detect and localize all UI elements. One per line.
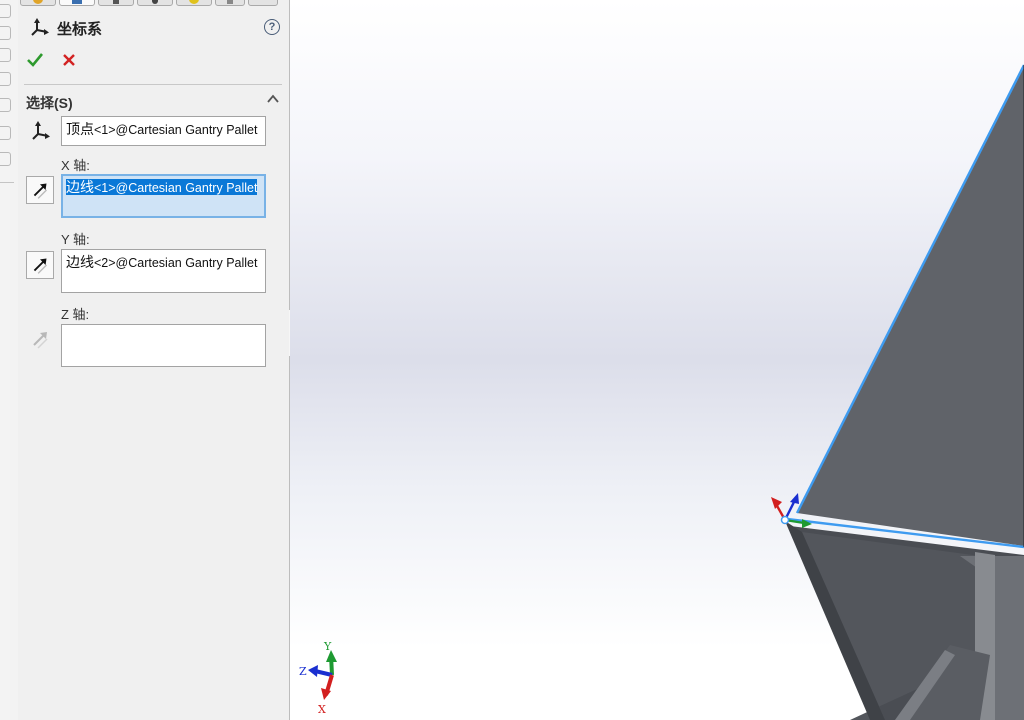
triad-z-axis xyxy=(314,669,333,677)
strip-divider xyxy=(0,182,14,183)
x-axis-label: X 轴: xyxy=(61,158,90,173)
dimxpert-icon xyxy=(152,0,158,4)
triad-y-label: Y xyxy=(323,640,332,653)
tab-configuration-manager[interactable] xyxy=(98,0,134,6)
reverse-x-axis-icon[interactable] xyxy=(26,176,54,204)
triad-z-label: Z xyxy=(299,665,307,678)
y-axis-value-cn: 边线 xyxy=(66,254,94,270)
configuration-icon xyxy=(113,0,119,4)
property-manager-panel: 坐标系 ? 选择(S) 顶点<1>@Cartesian Gantry Palle… xyxy=(18,0,290,720)
left-tool-strip xyxy=(0,0,18,720)
strip-tool-icon[interactable] xyxy=(0,152,11,166)
panel-header: 坐标系 ? xyxy=(28,16,280,40)
reverse-y-axis-icon[interactable] xyxy=(26,251,54,279)
triad-z-arrowhead xyxy=(308,665,318,677)
tab-extra[interactable] xyxy=(215,0,245,6)
model-view[interactable]: Y Z X xyxy=(290,0,1024,720)
origin-vertex-marker xyxy=(780,515,790,525)
header-divider xyxy=(24,84,282,85)
tab-extra[interactable] xyxy=(248,0,278,6)
tab-property-manager[interactable] xyxy=(59,0,95,6)
coordinate-system-icon xyxy=(31,18,49,36)
x-axis-selection-box[interactable]: 边线<1>@Cartesian Gantry Pallet xyxy=(61,174,266,218)
origin-icon xyxy=(32,121,50,140)
x-axis-value-ref: <1>@Cartesian Gantry Pallet xyxy=(94,181,258,195)
strip-tool-icon[interactable] xyxy=(0,126,11,140)
selection-section-header[interactable]: 选择(S) xyxy=(26,92,282,111)
strip-tool-icon[interactable] xyxy=(0,98,11,112)
y-axis-selection-box[interactable]: 边线<2>@Cartesian Gantry Pallet xyxy=(61,249,266,293)
chevron-up-icon[interactable] xyxy=(266,92,280,106)
cancel-button[interactable] xyxy=(60,51,78,69)
tab-display-manager[interactable] xyxy=(176,0,212,6)
strip-tool-icon[interactable] xyxy=(0,4,11,18)
extra-tab-icon xyxy=(227,0,233,4)
strip-tool-icon[interactable] xyxy=(0,48,11,62)
help-icon[interactable]: ? xyxy=(264,19,280,35)
y-axis-label: Y 轴: xyxy=(61,232,90,247)
ok-button[interactable] xyxy=(26,51,44,69)
z-axis-label: Z 轴: xyxy=(61,307,90,322)
panel-title: 坐标系 xyxy=(57,21,103,38)
triad-x-label: X xyxy=(318,703,326,716)
tab-dimxpert-manager[interactable] xyxy=(137,0,173,6)
y-axis-value-ref: <2>@Cartesian Gantry Pallet xyxy=(94,256,258,270)
strip-tool-icon[interactable] xyxy=(0,72,11,86)
property-manager-icon xyxy=(72,0,82,4)
display-manager-icon xyxy=(189,0,199,4)
origin-selection-box[interactable]: 顶点<1>@Cartesian Gantry Pallet xyxy=(61,116,266,146)
manager-tabs xyxy=(18,0,290,7)
view-triad: Y Z X xyxy=(299,640,337,716)
preview-x-arrowhead xyxy=(771,497,782,509)
origin-value-cn: 顶点 xyxy=(66,121,94,137)
origin-value-ref: <1>@Cartesian Gantry Pallet xyxy=(94,123,258,137)
preview-z-arrowhead xyxy=(790,493,799,504)
strip-tool-icon[interactable] xyxy=(0,26,11,40)
feature-tree-icon xyxy=(33,0,43,4)
reverse-z-axis-icon xyxy=(33,332,48,349)
model-top-face xyxy=(797,65,1024,546)
tab-feature-manager[interactable] xyxy=(20,0,56,6)
graphics-viewport[interactable]: Y Z X xyxy=(290,0,1024,720)
section-title: 选择(S) xyxy=(26,95,73,111)
z-axis-selection-box[interactable] xyxy=(61,324,266,367)
x-axis-value-cn: 边线 xyxy=(66,179,94,195)
